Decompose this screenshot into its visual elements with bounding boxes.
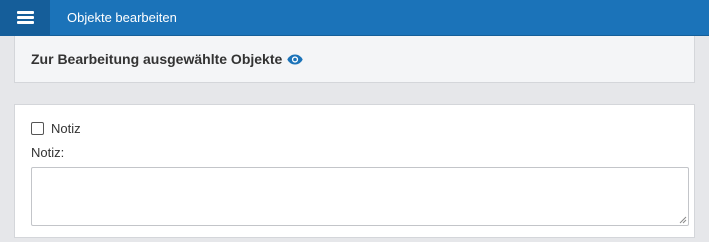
note-checkbox[interactable] — [31, 122, 44, 135]
resize-grip-icon[interactable] — [679, 216, 687, 224]
note-checkbox-label[interactable]: Notiz — [51, 121, 81, 136]
selected-objects-title: Zur Bearbeitung ausgewählte Objekte — [31, 51, 283, 67]
menu-button[interactable] — [0, 0, 50, 36]
note-field-label: Notiz: — [31, 145, 65, 160]
top-bar: Objekte bearbeiten — [0, 0, 709, 36]
hamburger-menu-icon — [16, 11, 34, 24]
note-checkbox-row: Notiz — [31, 121, 81, 136]
note-form-panel: Notiz Notiz: — [14, 104, 695, 238]
eye-icon[interactable] — [287, 54, 303, 65]
note-textarea[interactable] — [31, 167, 689, 226]
selected-objects-panel: Zur Bearbeitung ausgewählte Objekte — [14, 36, 695, 83]
page-title: Objekte bearbeiten — [67, 10, 177, 25]
